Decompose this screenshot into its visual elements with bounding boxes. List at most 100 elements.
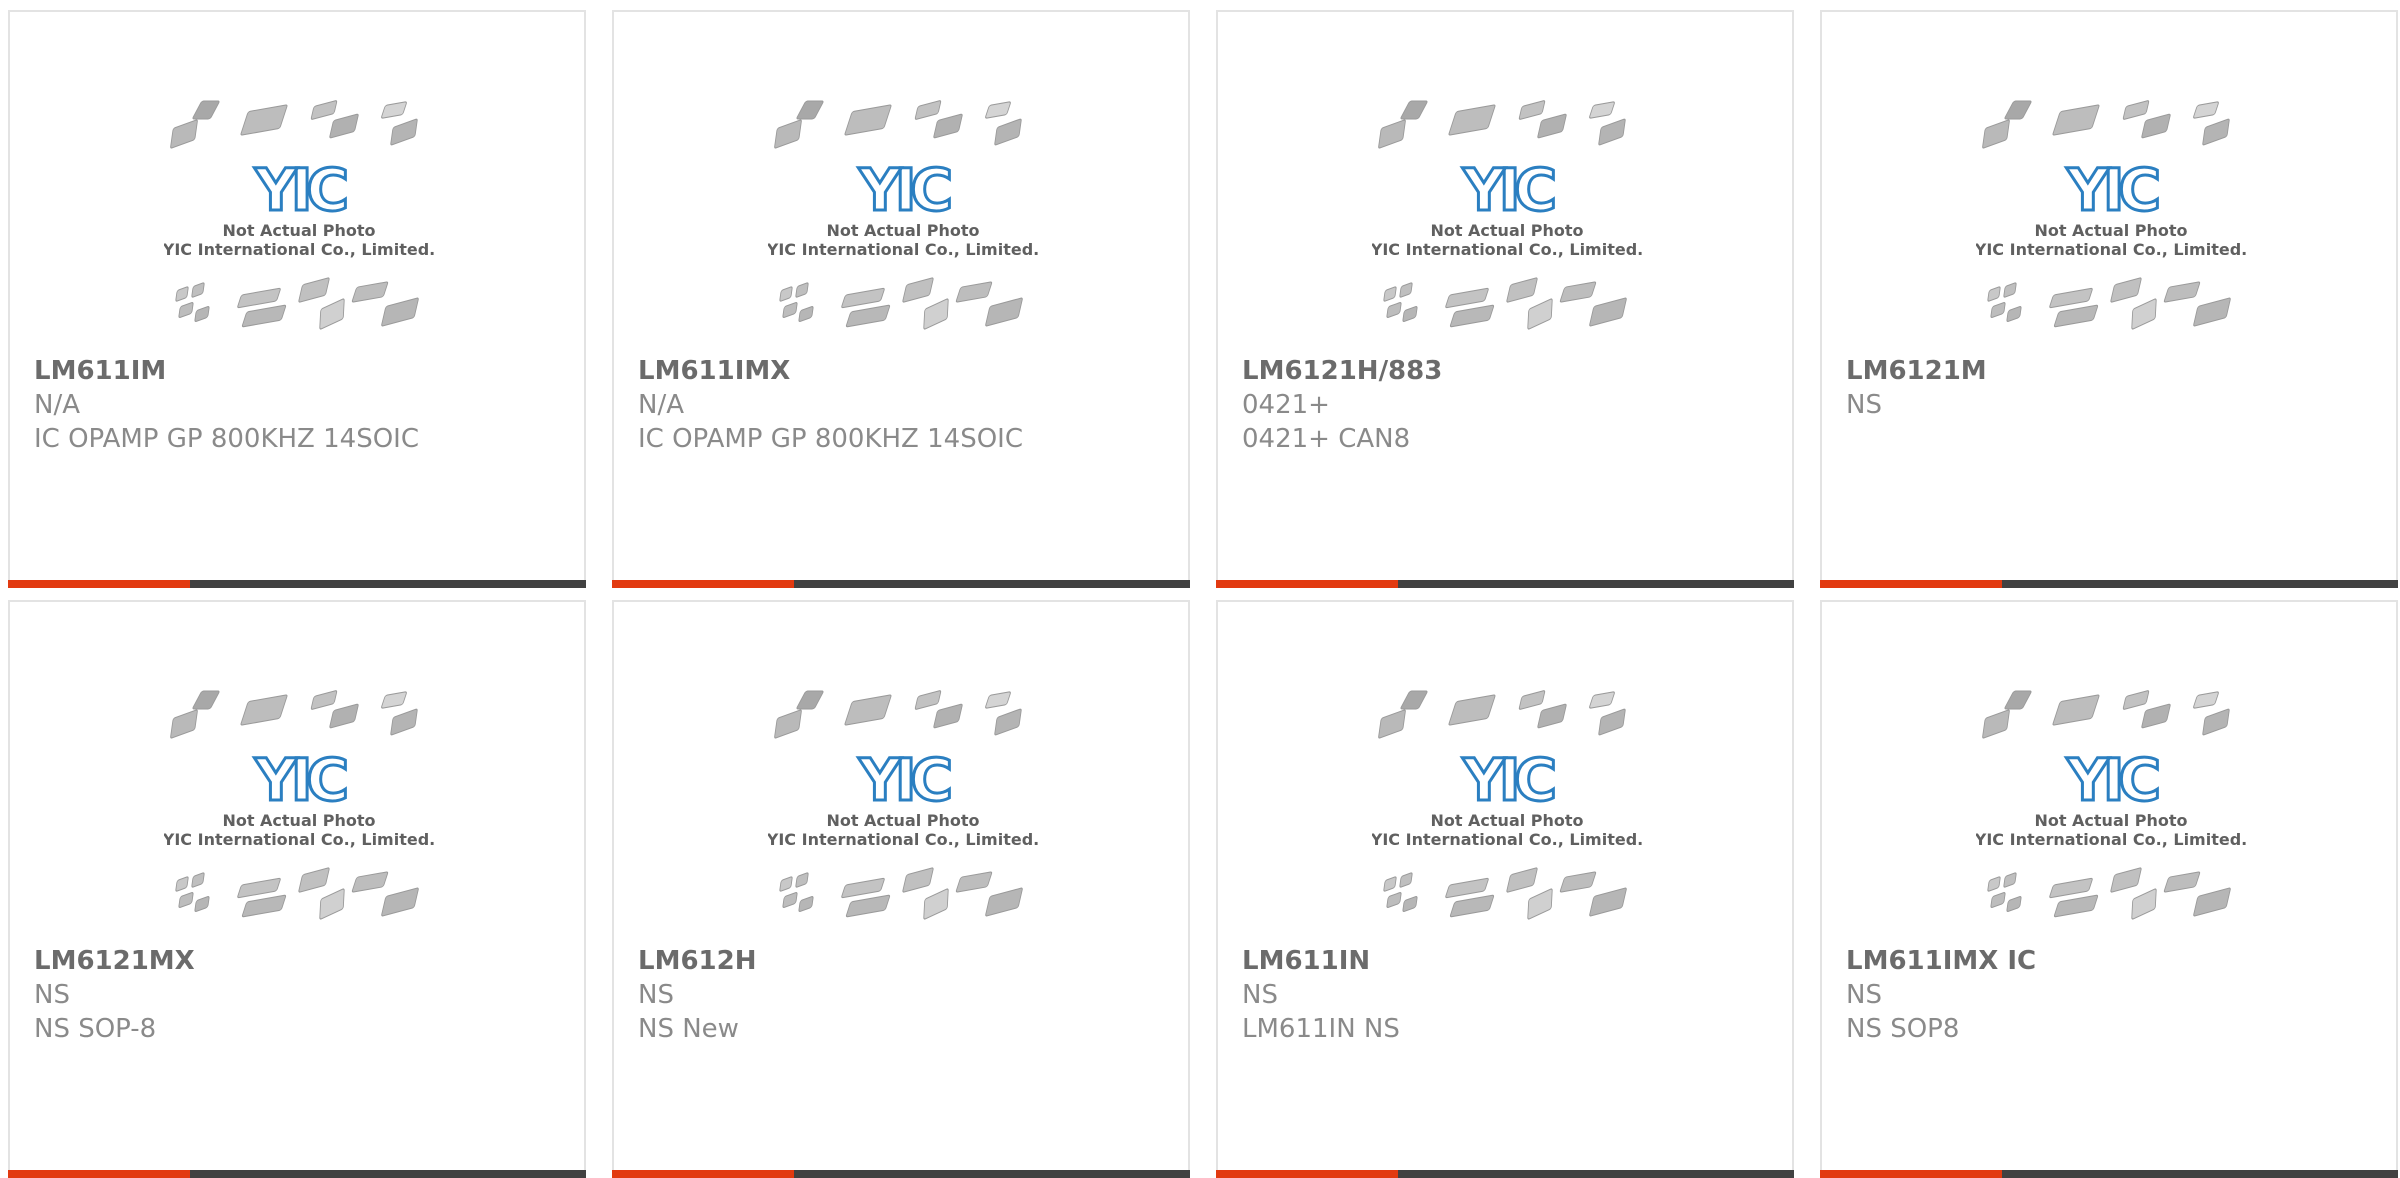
chip-icon bbox=[381, 887, 419, 917]
product-placeholder-image[interactable]: YIC Not Actual Photo YIC International Co.… bbox=[768, 98, 1038, 343]
chip-icon bbox=[2049, 287, 2093, 309]
product-card[interactable]: YIC Not Actual Photo YIC International Co.… bbox=[1820, 10, 2398, 588]
card-accent-bar bbox=[612, 1170, 794, 1178]
chip-icon bbox=[1400, 100, 1428, 120]
product-placeholder-image[interactable]: YIC Not Actual Photo YIC International Co.… bbox=[164, 688, 434, 933]
chip-icon bbox=[2006, 895, 2022, 913]
part-number[interactable]: LM611IM bbox=[34, 354, 568, 388]
product-card[interactable]: YIC Not Actual Photo YIC International Co.… bbox=[612, 10, 1190, 588]
part-number[interactable]: LM611IMX bbox=[638, 354, 1172, 388]
placeholder-company: YIC International Co., Limited. bbox=[1976, 830, 2246, 849]
card-accent-bar bbox=[8, 1170, 190, 1178]
part-number[interactable]: LM6121M bbox=[1846, 354, 2380, 388]
chip-icon bbox=[390, 708, 418, 736]
product-placeholder-image[interactable]: YIC Not Actual Photo YIC International Co.… bbox=[1372, 688, 1642, 933]
chip-icon bbox=[1982, 119, 2010, 149]
chip-icon bbox=[1399, 872, 1413, 888]
part-number[interactable]: LM611IMX IC bbox=[1846, 944, 2380, 978]
chip-icon bbox=[985, 101, 1011, 119]
card-accent-bar bbox=[1820, 580, 2002, 588]
yic-logo: YIC bbox=[254, 156, 346, 224]
placeholder-company: YIC International Co., Limited. bbox=[768, 240, 1038, 259]
chip-icon bbox=[2110, 867, 2142, 893]
chip-icon bbox=[841, 877, 885, 899]
product-placeholder-image[interactable]: YIC Not Actual Photo YIC International Co.… bbox=[164, 98, 434, 343]
chip-icon bbox=[1518, 100, 1546, 120]
chip-icon bbox=[2003, 872, 2017, 888]
chip-icon bbox=[779, 286, 793, 302]
chip-icon bbox=[2052, 694, 2100, 726]
chip-icon bbox=[798, 305, 814, 323]
chip-icon bbox=[390, 118, 418, 146]
placeholder-caption: Not Actual Photo bbox=[222, 221, 375, 240]
card-bottom-bar bbox=[1820, 1170, 2398, 1178]
description: IC OPAMP GP 800KHZ 14SOIC bbox=[34, 424, 419, 454]
chip-icon bbox=[319, 298, 345, 330]
chip-icon bbox=[1990, 301, 2006, 319]
chip-icon bbox=[796, 690, 824, 710]
chip-icon bbox=[1386, 891, 1402, 909]
product-card[interactable]: YIC Not Actual Photo YIC International Co.… bbox=[1216, 600, 1794, 1178]
placeholder-caption: Not Actual Photo bbox=[222, 811, 375, 830]
ic-packages-illustration: YICNot Actual PhotoYIC International Co.… bbox=[768, 100, 1038, 330]
product-card[interactable]: YIC Not Actual Photo YIC International Co.… bbox=[8, 10, 586, 588]
chip-icon bbox=[1400, 690, 1428, 710]
product-placeholder-image[interactable]: YIC Not Actual Photo YIC International Co.… bbox=[768, 688, 1038, 933]
chip-icon bbox=[955, 281, 993, 303]
chip-icon bbox=[1445, 287, 1489, 309]
chip-icon bbox=[1527, 888, 1553, 920]
chip-icon bbox=[923, 298, 949, 330]
manufacturer: NS bbox=[1846, 980, 1882, 1010]
chip-icon bbox=[1982, 709, 2010, 739]
chip-icon bbox=[1589, 691, 1615, 709]
placeholder-company: YIC International Co., Limited. bbox=[1372, 240, 1642, 259]
product-info: LM612H NS NS New bbox=[638, 944, 1172, 1046]
placeholder-caption: Not Actual Photo bbox=[2034, 811, 2187, 830]
product-card[interactable]: YIC Not Actual Photo YIC International Co.… bbox=[612, 600, 1190, 1178]
product-placeholder-image[interactable]: YIC Not Actual Photo YIC International Co.… bbox=[1976, 98, 2246, 343]
part-number[interactable]: LM6121MX bbox=[34, 944, 568, 978]
product-info: LM6121MX NS NS SOP-8 bbox=[34, 944, 568, 1046]
chip-icon bbox=[1518, 690, 1546, 710]
chip-icon bbox=[1383, 286, 1397, 302]
chip-icon bbox=[994, 118, 1022, 146]
chip-icon bbox=[845, 894, 891, 918]
chip-icon bbox=[2202, 118, 2230, 146]
yic-logo: YIC bbox=[254, 746, 346, 814]
chip-icon bbox=[2049, 877, 2093, 899]
chip-icon bbox=[2110, 277, 2142, 303]
chip-icon bbox=[798, 895, 814, 913]
chip-icon bbox=[914, 100, 942, 120]
product-card[interactable]: YIC Not Actual Photo YIC International Co.… bbox=[8, 600, 586, 1178]
chip-icon bbox=[845, 304, 891, 328]
chip-icon bbox=[2141, 703, 2171, 729]
card-bottom-bar bbox=[1820, 580, 2398, 588]
part-number[interactable]: LM6121H/883 bbox=[1242, 354, 1776, 388]
card-bottom-bar bbox=[612, 580, 1190, 588]
description: NS SOP-8 bbox=[34, 1014, 157, 1044]
chip-icon bbox=[175, 876, 189, 892]
product-card[interactable]: YIC Not Actual Photo YIC International Co.… bbox=[1820, 600, 2398, 1178]
chip-icon bbox=[2131, 888, 2157, 920]
manufacturer: 0421+ bbox=[1242, 390, 1330, 420]
part-number[interactable]: LM612H bbox=[638, 944, 1172, 978]
yic-logo: YIC bbox=[1462, 746, 1554, 814]
manufacturer: NS bbox=[638, 980, 674, 1010]
chip-icon bbox=[1559, 281, 1597, 303]
ic-packages-illustration: YICNot Actual PhotoYIC International Co.… bbox=[1976, 100, 2246, 330]
part-number[interactable]: LM611IN bbox=[1242, 944, 1776, 978]
product-placeholder-image[interactable]: YIC Not Actual Photo YIC International Co.… bbox=[1976, 688, 2246, 933]
yic-logo: YIC bbox=[2066, 746, 2158, 814]
card-bottom-bar bbox=[1216, 580, 1794, 588]
product-placeholder-image[interactable]: YIC Not Actual Photo YIC International Co.… bbox=[1372, 98, 1642, 343]
chip-icon bbox=[2003, 282, 2017, 298]
chip-icon bbox=[782, 891, 798, 909]
ic-packages-illustration: YICNot Actual PhotoYIC International Co.… bbox=[768, 690, 1038, 920]
chip-icon bbox=[2163, 871, 2201, 893]
chip-icon bbox=[1448, 694, 1496, 726]
description: NS New bbox=[638, 1014, 739, 1044]
chip-icon bbox=[1559, 871, 1597, 893]
yic-logo: YIC bbox=[1462, 156, 1554, 224]
card-bottom-bar bbox=[8, 580, 586, 588]
product-card[interactable]: YIC Not Actual Photo YIC International Co.… bbox=[1216, 10, 1794, 588]
